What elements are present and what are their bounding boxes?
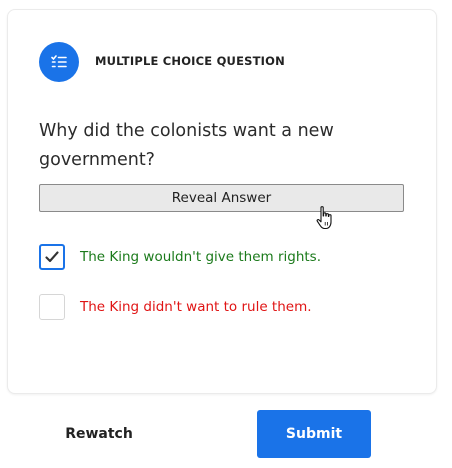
hand-pointer-cursor-icon (316, 206, 332, 230)
submit-button[interactable]: Submit (257, 410, 371, 458)
answer-option-label: The King didn't want to rule them. (80, 299, 312, 315)
question-text: Why did the colonists want a new governm… (39, 121, 334, 170)
question-type-label: MULTIPLE CHOICE QUESTION (95, 54, 285, 68)
answer-option-label: The King wouldn't give them rights. (80, 249, 321, 265)
list-check-icon (39, 42, 79, 82)
reveal-answer-button[interactable]: Reveal Answer (39, 184, 404, 212)
answer-option[interactable]: The King didn't want to rule them. (39, 294, 312, 320)
rewatch-button[interactable]: Rewatch (60, 418, 138, 450)
checkmark-icon (45, 251, 59, 263)
answer-option[interactable]: The King wouldn't give them rights. (39, 244, 321, 270)
answer-checkbox[interactable] (39, 294, 65, 320)
answer-checkbox[interactable] (39, 244, 65, 270)
